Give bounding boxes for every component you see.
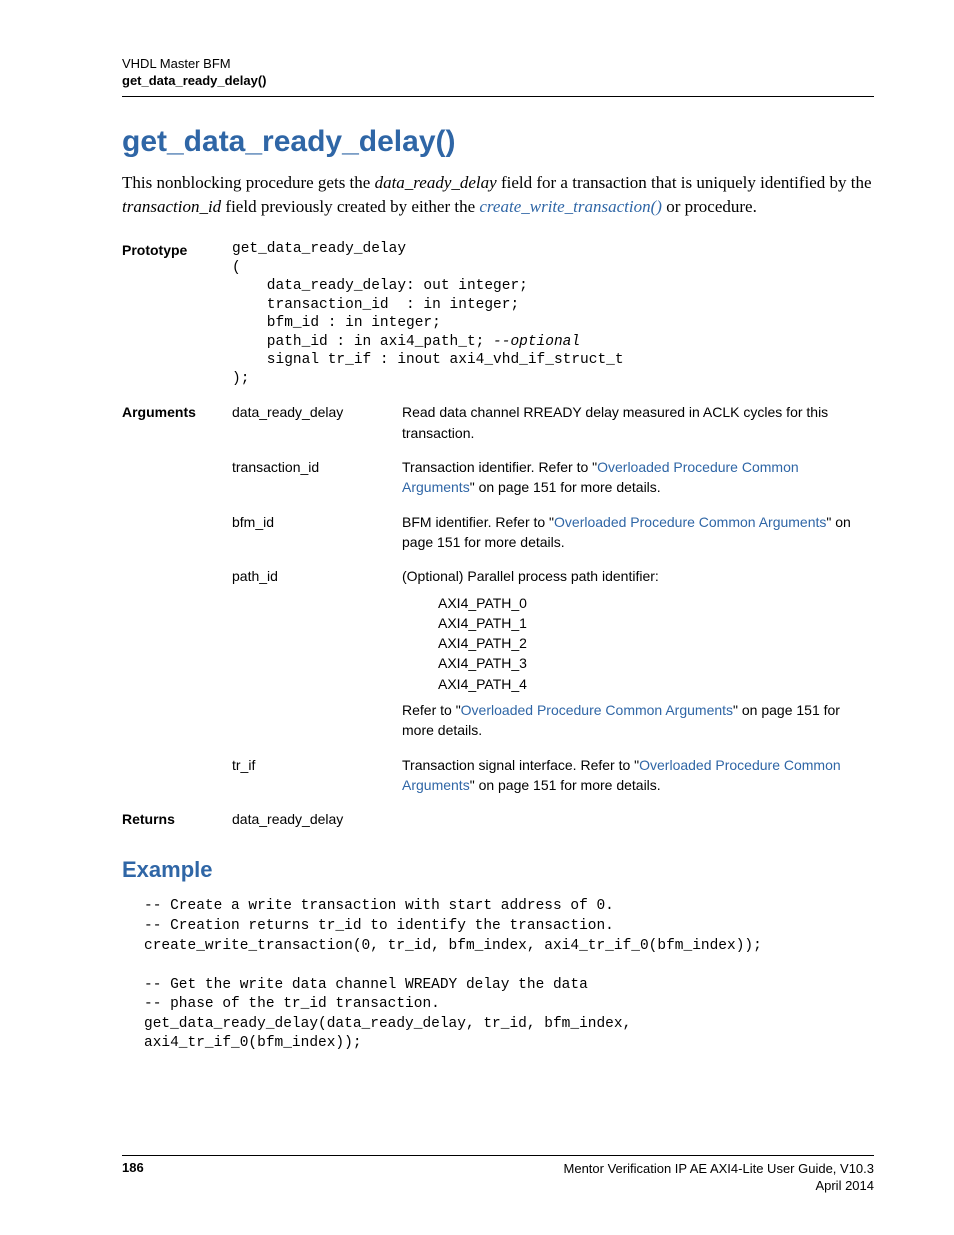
arguments-label: Arguments [122, 402, 232, 422]
arg-desc: Transaction identifier. Refer to "Overlo… [402, 457, 874, 498]
arg-desc: (Optional) Parallel process path identif… [402, 566, 874, 740]
path-id-option: AXI4_PATH_1 [438, 613, 874, 633]
example-code: -- Create a write transaction with start… [144, 897, 874, 1054]
footer-rule [122, 1155, 874, 1156]
arg-name: data_ready_delay [232, 402, 402, 422]
intro-paragraph: This nonblocking procedure gets the data… [122, 171, 874, 220]
path-id-option: AXI4_PATH_0 [438, 593, 874, 613]
arg-desc: Transaction signal interface. Refer to "… [402, 755, 874, 796]
prototype-code: get_data_ready_delay ( data_ready_delay:… [232, 240, 874, 388]
path-id-list: AXI4_PATH_0 AXI4_PATH_1 AXI4_PATH_2 AXI4… [438, 593, 874, 694]
path-id-option: AXI4_PATH_4 [438, 674, 874, 694]
footer-date: April 2014 [564, 1177, 874, 1195]
returns-label: Returns [122, 809, 232, 829]
footer-doc-title: Mentor Verification IP AE AXI4-Lite User… [564, 1160, 874, 1178]
arg-name: tr_if [232, 755, 402, 775]
running-header: VHDL Master BFM get_data_ready_delay() [122, 56, 874, 90]
prototype-label: Prototype [122, 240, 232, 260]
arg-desc: BFM identifier. Refer to "Overloaded Pro… [402, 512, 874, 553]
returns-value: data_ready_delay [232, 809, 402, 829]
overloaded-procedure-link[interactable]: Overloaded Procedure Common Arguments [461, 702, 733, 718]
arg-name: transaction_id [232, 457, 402, 477]
section-name: get_data_ready_delay() [122, 73, 874, 90]
arg-name: bfm_id [232, 512, 402, 532]
create-write-transaction-link[interactable]: create_write_transaction() [479, 197, 662, 216]
arg-desc: Read data channel RREADY delay measured … [402, 402, 874, 443]
page-number: 186 [122, 1160, 144, 1175]
page-footer: 186 Mentor Verification IP AE AXI4-Lite … [122, 1155, 874, 1195]
path-id-option: AXI4_PATH_2 [438, 633, 874, 653]
definition-table: Prototype get_data_ready_delay ( data_re… [122, 240, 874, 829]
page-title: get_data_ready_delay() [122, 125, 874, 159]
example-heading: Example [122, 857, 874, 883]
chapter-name: VHDL Master BFM [122, 56, 874, 73]
path-id-option: AXI4_PATH_3 [438, 653, 874, 673]
overloaded-procedure-link[interactable]: Overloaded Procedure Common Arguments [554, 514, 826, 530]
arg-name: path_id [232, 566, 402, 586]
header-rule [122, 96, 874, 97]
